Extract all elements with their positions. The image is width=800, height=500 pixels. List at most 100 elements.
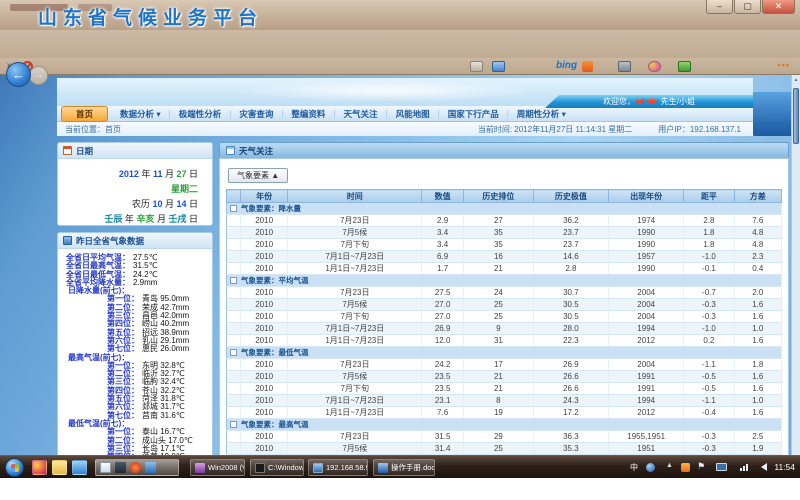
menu-item-4[interactable]: 灾害查询 <box>231 108 281 120</box>
weather-section-heading: 最低气温(前七)： <box>68 420 210 428</box>
group-checkbox[interactable] <box>230 349 237 356</box>
table-row[interactable]: 20107月1日~7月23日23.1824.31994-1.11.0 <box>227 395 782 407</box>
menu-item-6[interactable]: 天气关注 <box>336 108 386 120</box>
pinned-app-icon-3[interactable] <box>72 460 87 475</box>
group-label: 气象要素：最低气温 <box>241 348 309 357</box>
forward-button[interactable]: → <box>29 66 48 85</box>
scrollbar-thumb[interactable] <box>793 88 799 144</box>
table-header-cell: 距平 <box>684 190 734 203</box>
paw-addon-icon[interactable] <box>648 61 661 72</box>
taskbar-button-label: 操作手册.docx ... <box>391 462 435 473</box>
word-icon <box>378 463 388 473</box>
tray-orange-icon[interactable] <box>681 463 690 472</box>
main-panel-title: 天气关注 <box>239 145 273 157</box>
table-row[interactable]: 20101月1日~7月23日7.61917.22012-0.41.6 <box>227 407 782 419</box>
weather-focus-table: 年份时间数值历史排位历史极值出现年份距平方差 气象要素：降水量20107月23日… <box>226 189 782 478</box>
current-time: 当前时间: 2012年11月27日 11:14:31 星期二 <box>478 124 632 135</box>
table-row[interactable]: 20107月下旬27.02530.52004-0.31.6 <box>227 311 782 323</box>
group-label: 气象要素：平均气温 <box>241 276 309 285</box>
pinned-app-icon-2[interactable] <box>52 460 67 475</box>
group-checkbox[interactable] <box>230 277 237 284</box>
table-header-cell: 方差 <box>734 190 781 203</box>
red-app-icon[interactable] <box>130 462 141 473</box>
bing-box-icon[interactable] <box>582 61 593 72</box>
tray-sphere-icon[interactable] <box>646 463 655 472</box>
browser-command-bar: x bing ••• <box>0 58 800 75</box>
cmd-icon <box>255 463 265 473</box>
group-checkbox[interactable] <box>230 205 237 212</box>
table-select-column <box>227 190 241 203</box>
menu-item-9[interactable]: 周期性分析 ▾ <box>509 108 574 120</box>
back-button[interactable]: ← <box>6 62 31 87</box>
speaker-icon[interactable] <box>757 463 767 471</box>
scroll-up-icon[interactable]: ▲ <box>792 77 800 83</box>
start-button[interactable] <box>5 458 24 477</box>
table-row[interactable]: 20101月1日~7月23日12.03122.320120.21.6 <box>227 335 782 347</box>
minimize-button[interactable]: – <box>706 0 733 14</box>
menu-item-3[interactable]: 极端性分析 <box>171 108 230 120</box>
table-row[interactable]: 20107月23日31.52936.31955,1951-0.32.5 <box>227 431 782 443</box>
clock[interactable]: 11:54 <box>774 462 795 472</box>
menu-item-2[interactable]: 数据分析 ▾ <box>112 108 169 120</box>
show-hidden-icons[interactable]: ▲ <box>666 462 673 469</box>
taskbar-button-3[interactable]: 192.168.58.99... <box>308 459 368 476</box>
table-row[interactable]: 20107月23日27.52430.72004-0.72.0 <box>227 287 782 299</box>
table-row[interactable]: 20107月下旬23.52126.61991-0.51.6 <box>227 383 782 395</box>
dark-app-icon[interactable] <box>115 462 126 473</box>
windows-flag-icon <box>11 464 19 472</box>
network-icon[interactable] <box>740 464 748 471</box>
pinned-app-icon-1[interactable] <box>32 460 47 475</box>
group-checkbox[interactable] <box>230 421 237 428</box>
table-row[interactable]: 20107月下旬3.43523.719901.84.8 <box>227 239 782 251</box>
welcome-banner: 欢迎您，admin 先生/小姐 <box>545 95 753 108</box>
page-scrollbar[interactable]: ▲ ▼ <box>791 75 800 478</box>
table-row[interactable]: 20107月23日24.21726.92004-1.11.8 <box>227 359 782 371</box>
table-row[interactable]: 20107月23日2.92736.219742.87.6 <box>227 215 782 227</box>
taskbar-button-1[interactable]: Win2008 (VS2... <box>190 459 245 476</box>
table-header-cell: 数值 <box>422 190 464 203</box>
more-icon[interactable]: ••• <box>778 60 790 70</box>
taskbar: Win2008 (VS2... C:\Windows\s... 192.168.58… <box>0 455 800 478</box>
close-button[interactable]: ✕ <box>762 0 795 14</box>
table-row[interactable]: 20107月5候3.43523.719901.84.8 <box>227 227 782 239</box>
menu-item-8[interactable]: 国家下行产品 <box>440 108 507 120</box>
weather-panel-header: 昨日全省气象数据 <box>58 233 212 249</box>
taskbar-icon-group[interactable] <box>95 459 179 476</box>
camera-addon-icon[interactable] <box>618 61 631 72</box>
green-addon-icon[interactable] <box>678 61 691 72</box>
table-row[interactable]: 20101月1日~7月23日1.7212.81990-0.10.4 <box>227 263 782 275</box>
mail-addon-icon[interactable] <box>492 61 505 72</box>
table-header-cell: 年份 <box>240 190 287 203</box>
calendar-panel-title: 日期 <box>76 145 93 157</box>
menu-item-1[interactable]: 首页 <box>61 106 108 122</box>
action-center-flag-icon[interactable]: ⚑ <box>697 461 705 472</box>
menu-item-7[interactable]: 风能地图 <box>388 108 438 120</box>
table-row[interactable]: 20107月1日~7月23日26.9928.01994-1.01.0 <box>227 323 782 335</box>
maximize-button[interactable]: ▢ <box>734 0 761 14</box>
main-panel: 天气关注 气象要素 ▲ 年份时间数值历史排位历史极值出现年份距平方差 气象要素：… <box>219 142 789 478</box>
table-group-row[interactable]: 气象要素：平均气温 <box>227 275 782 287</box>
menu-item-5[interactable]: 整编资料 <box>283 108 333 120</box>
group-label: 气象要素：最高气温 <box>241 420 309 429</box>
table-row[interactable]: 20107月1日~7月23日6.91614.61957-1.02.3 <box>227 251 782 263</box>
taskbar-button-2[interactable]: C:\Windows\s... <box>250 459 304 476</box>
calendar-ganzhi: 壬辰 年 辛亥 月 壬戌 日 <box>58 212 198 226</box>
blue-app-icon[interactable] <box>145 462 156 473</box>
table-header-cell: 历史排位 <box>464 190 534 203</box>
display-tray-icon[interactable] <box>716 463 727 471</box>
taskbar-button-label: 192.168.58.99... <box>326 463 368 472</box>
card-addon-icon[interactable] <box>470 61 483 72</box>
language-indicator[interactable]: 中 <box>630 462 638 473</box>
taskbar-button-4[interactable]: 操作手册.docx ... <box>373 459 435 476</box>
table-row[interactable]: 20107月5候27.02530.52004-0.31.6 <box>227 299 782 311</box>
main-panel-body: 气象要素 ▲ 年份时间数值历史排位历史极值出现年份距平方差 气象要素：降水量20… <box>219 158 789 478</box>
table-row[interactable]: 20107月5候23.52126.61991-0.51.6 <box>227 371 782 383</box>
table-group-row[interactable]: 气象要素：最高气温 <box>227 419 782 431</box>
element-filter-button[interactable]: 气象要素 ▲ <box>228 168 288 183</box>
bing-logo[interactable]: bing <box>556 60 577 71</box>
breadcrumb: 当前位置：首页 <box>57 124 121 135</box>
doc-icon[interactable] <box>100 462 111 473</box>
table-group-row[interactable]: 气象要素：最低气温 <box>227 347 782 359</box>
table-group-row[interactable]: 气象要素：降水量 <box>227 203 782 215</box>
table-row[interactable]: 20107月5候31.42535.31951-0.31.9 <box>227 443 782 455</box>
